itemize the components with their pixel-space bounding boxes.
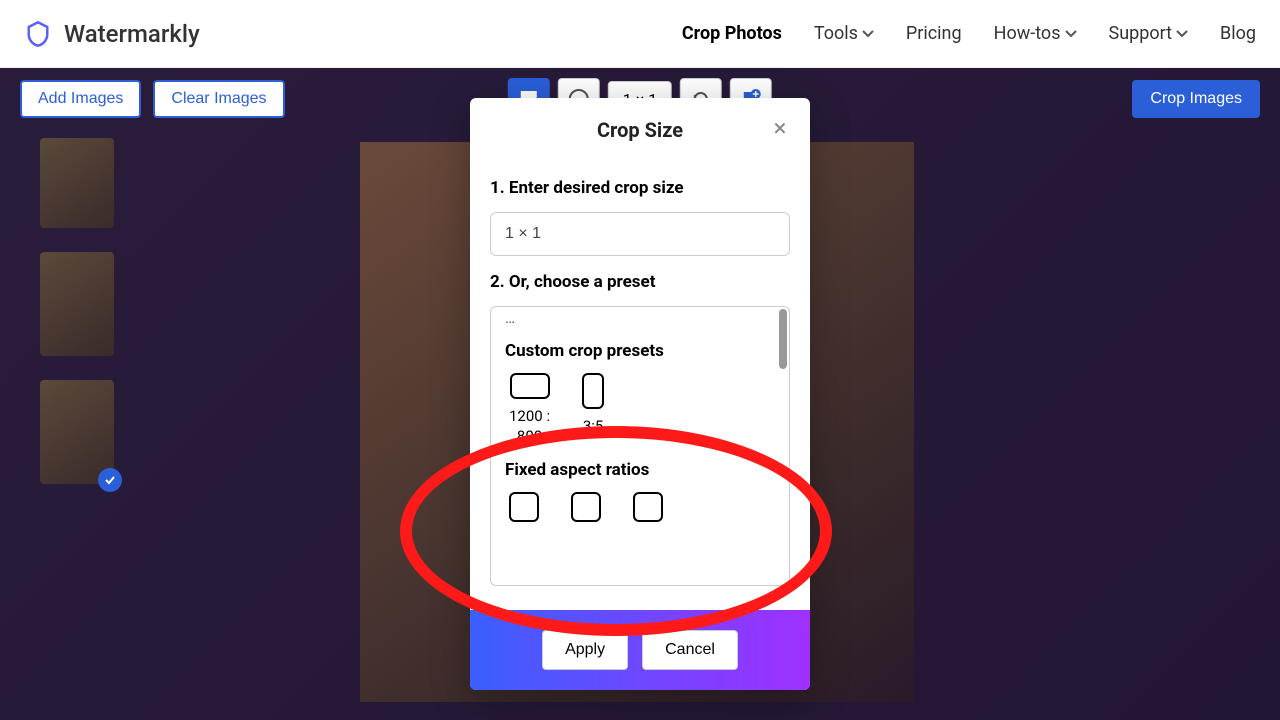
chevron-down-icon xyxy=(862,30,874,38)
main-nav: Crop Photos Tools Pricing How-tos Suppor… xyxy=(682,23,1256,44)
logo[interactable]: Watermarkly xyxy=(24,20,200,48)
custom-preset-items: 1200 : 800 3:5 xyxy=(505,373,775,446)
editor-area: Add Images Clear Images 1 × 1 Crop Image… xyxy=(0,68,1280,720)
preset-label: 3:5 xyxy=(583,417,604,437)
thumbnail[interactable] xyxy=(40,380,114,484)
preset-shape-icon xyxy=(633,492,663,522)
nav-howtos[interactable]: How-tos xyxy=(994,23,1077,44)
preset-label: 1200 : 800 xyxy=(509,407,550,446)
close-icon: × xyxy=(774,114,787,142)
thumbnail[interactable] xyxy=(40,138,114,228)
crop-size-input[interactable] xyxy=(490,212,790,256)
custom-presets-title: Custom crop presets xyxy=(505,341,775,361)
modal-title: Crop Size xyxy=(490,118,790,142)
step1-label: 1. Enter desired crop size xyxy=(490,178,790,198)
preset-fixed-3[interactable] xyxy=(633,492,663,522)
close-button[interactable]: × xyxy=(766,114,794,142)
add-images-button[interactable]: Add Images xyxy=(20,80,141,118)
modal-body: 1. Enter desired crop size 2. Or, choose… xyxy=(470,152,810,586)
chevron-down-icon xyxy=(1176,30,1188,38)
apply-button[interactable]: Apply xyxy=(542,630,628,670)
fixed-ratios-title: Fixed aspect ratios xyxy=(505,460,775,480)
fixed-ratios-section: Fixed aspect ratios xyxy=(491,446,789,522)
thumbnail[interactable] xyxy=(40,252,114,356)
fixed-ratio-items xyxy=(505,492,775,522)
custom-presets-section: Custom crop presets 1200 : 800 3:5 xyxy=(491,327,789,446)
preset-shape-icon xyxy=(510,373,550,399)
clear-images-button[interactable]: Clear Images xyxy=(153,80,284,118)
step2-label: 2. Or, choose a preset xyxy=(490,272,790,292)
crop-images-button[interactable]: Crop Images xyxy=(1132,80,1260,118)
nav-blog[interactable]: Blog xyxy=(1220,23,1256,44)
preset-shape-icon xyxy=(571,492,601,522)
crop-size-modal: Crop Size × 1. Enter desired crop size 2… xyxy=(470,98,810,690)
preset-1200-800[interactable]: 1200 : 800 xyxy=(509,373,550,446)
preset-list[interactable]: … Custom crop presets 1200 : 800 3:5 xyxy=(490,306,790,586)
modal-header: Crop Size × xyxy=(470,98,810,152)
nav-howtos-label: How-tos xyxy=(994,23,1061,44)
nav-tools-label: Tools xyxy=(814,23,858,44)
chevron-down-icon xyxy=(1065,30,1077,38)
truncated-option: … xyxy=(491,307,789,327)
selected-check-icon xyxy=(98,468,122,492)
nav-crop-photos[interactable]: Crop Photos xyxy=(682,23,782,44)
preset-fixed-2[interactable] xyxy=(571,492,601,522)
brand-name: Watermarkly xyxy=(64,20,200,48)
nav-support-label: Support xyxy=(1109,23,1173,44)
app-header: Watermarkly Crop Photos Tools Pricing Ho… xyxy=(0,0,1280,68)
nav-tools[interactable]: Tools xyxy=(814,23,874,44)
preset-3-5[interactable]: 3:5 xyxy=(582,373,604,446)
modal-footer: Apply Cancel xyxy=(470,610,810,690)
cancel-button[interactable]: Cancel xyxy=(642,630,738,670)
nav-support[interactable]: Support xyxy=(1109,23,1189,44)
shield-icon xyxy=(24,20,52,48)
nav-pricing[interactable]: Pricing xyxy=(906,23,962,44)
scrollbar-thumb[interactable] xyxy=(779,309,787,369)
preset-shape-icon xyxy=(582,373,604,409)
preset-shape-icon xyxy=(509,492,539,522)
thumbnail-list xyxy=(40,138,114,484)
preset-fixed-1[interactable] xyxy=(509,492,539,522)
